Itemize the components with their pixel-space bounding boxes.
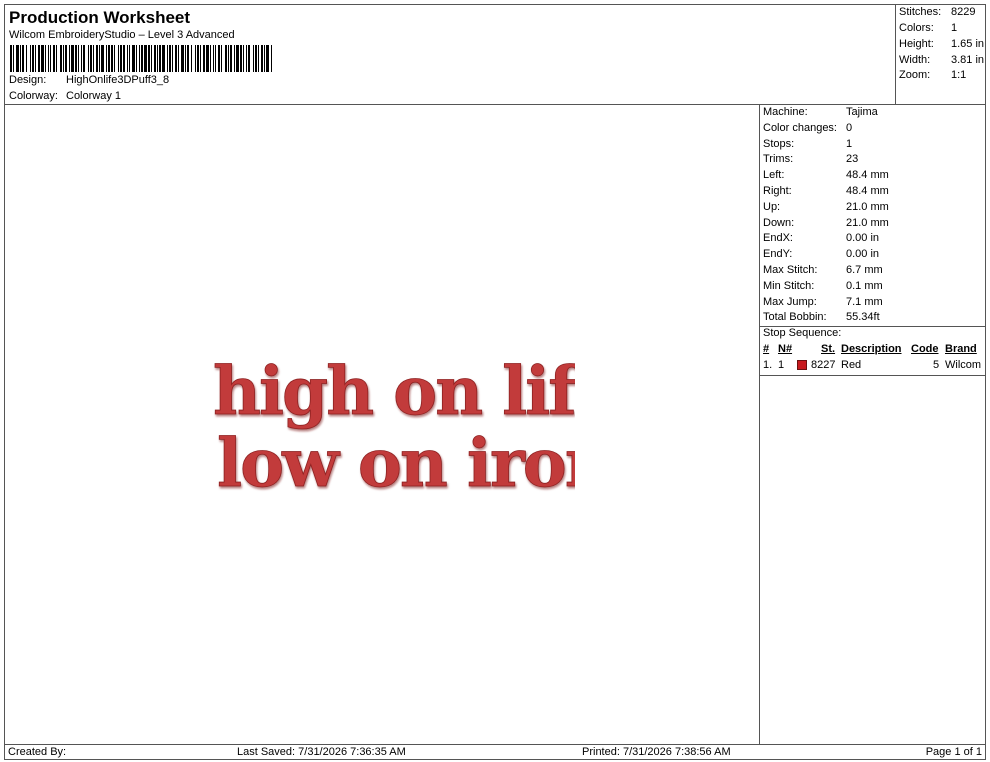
right-value: 48.4 mm: [846, 185, 889, 197]
col-needle: N#: [778, 343, 793, 355]
created-by: Created By:: [8, 746, 67, 758]
endx-label: EndX:: [763, 232, 793, 244]
down-value: 21.0 mm: [846, 217, 889, 229]
last-saved: Last Saved: 7/31/2026 7:36:35 AM: [237, 746, 406, 758]
left-label: Left:: [763, 169, 785, 181]
trims-value: 23: [846, 153, 859, 165]
page-title: Production Worksheet: [9, 8, 191, 27]
worksheet-footer: Created By: Last Saved: 7/31/2026 7:36:3…: [4, 744, 986, 760]
zoom-label: Zoom:: [899, 69, 931, 81]
col-num: #: [763, 343, 770, 355]
stops-label: Stops:: [763, 138, 795, 150]
colorway-row: Colorway: Colorway 1: [9, 90, 121, 102]
up-label: Up:: [763, 201, 781, 213]
machine-label: Machine:: [763, 106, 808, 118]
up-value: 21.0 mm: [846, 201, 889, 213]
divider: [760, 375, 985, 376]
row-num: 1.: [763, 359, 773, 371]
row-brand: Wilcom: [945, 359, 982, 371]
total-bobbin-label: Total Bobbin:: [763, 311, 827, 323]
design-name: HighOnlife3DPuff3_8: [66, 74, 170, 86]
col-code: Code: [911, 343, 939, 355]
embroidery-design-preview: high on life, low on iron: [213, 352, 575, 503]
left-value: 48.4 mm: [846, 169, 889, 181]
endx-value: 0.00 in: [846, 232, 880, 244]
max-stitch-label: Max Stitch:: [763, 264, 818, 276]
design-text-line-1: high on life,: [213, 352, 575, 430]
total-bobbin-value: 55.34ft: [846, 311, 880, 323]
design-canvas: high on life, low on iron: [4, 104, 760, 745]
colorway-name: Colorway 1: [66, 90, 122, 102]
color-changes-value: 0: [846, 122, 853, 134]
design-row: Design: HighOnlife3DPuff3_8: [9, 74, 169, 86]
stop-sequence-label: Stop Sequence:: [763, 327, 842, 339]
col-description: Description: [841, 343, 902, 355]
max-jump-value: 7.1 mm: [846, 296, 883, 308]
max-jump-label: Max Jump:: [763, 296, 817, 308]
design-label: Design:: [9, 74, 47, 86]
worksheet-header: Production Worksheet Wilcom EmbroiderySt…: [4, 4, 896, 105]
height-value: 1.65 in: [951, 38, 985, 50]
software-name: Wilcom EmbroideryStudio – Level 3 Advanc…: [9, 29, 235, 41]
printed-date: Printed: 7/31/2026 7:38:56 AM: [582, 746, 731, 758]
row-code: 5: [933, 359, 940, 371]
trims-label: Trims:: [763, 153, 794, 165]
stitches-value: 8229: [951, 6, 976, 18]
min-stitch-value: 0.1 mm: [846, 280, 883, 292]
colors-label: Colors:: [899, 22, 934, 34]
design-text-line-2: low on iron: [217, 424, 575, 502]
row-stitches: 8227: [811, 359, 836, 371]
row-description: Red: [841, 359, 862, 371]
stitches-label: Stitches:: [899, 6, 942, 18]
width-value: 3.81 in: [951, 54, 985, 66]
summary-panel: Stitches: 8229 Colors: 1 Height: 1.65 in…: [895, 4, 986, 105]
color-changes-label: Color changes:: [763, 122, 837, 134]
endy-label: EndY:: [763, 248, 793, 260]
zoom-value: 1:1: [951, 69, 967, 81]
page-number: Page 1 of 1: [925, 746, 982, 758]
colors-value: 1: [951, 22, 958, 34]
machine-value: Tajima: [846, 106, 878, 118]
thread-color-swatch: [797, 360, 807, 370]
max-stitch-value: 6.7 mm: [846, 264, 883, 276]
machine-info-panel: Machine: Tajima Color changes: 0 Stops: …: [759, 104, 986, 745]
down-label: Down:: [763, 217, 795, 229]
endy-value: 0.00 in: [846, 248, 880, 260]
right-label: Right:: [763, 185, 792, 197]
col-stitches: St.: [821, 343, 836, 355]
stops-value: 1: [846, 138, 853, 150]
col-brand: Brand: [945, 343, 977, 355]
min-stitch-label: Min Stitch:: [763, 280, 815, 292]
height-label: Height:: [899, 38, 934, 50]
row-needle: 1: [778, 359, 785, 371]
width-label: Width:: [899, 54, 931, 66]
colorway-label: Colorway:: [9, 90, 58, 102]
barcode-image: [10, 45, 272, 72]
